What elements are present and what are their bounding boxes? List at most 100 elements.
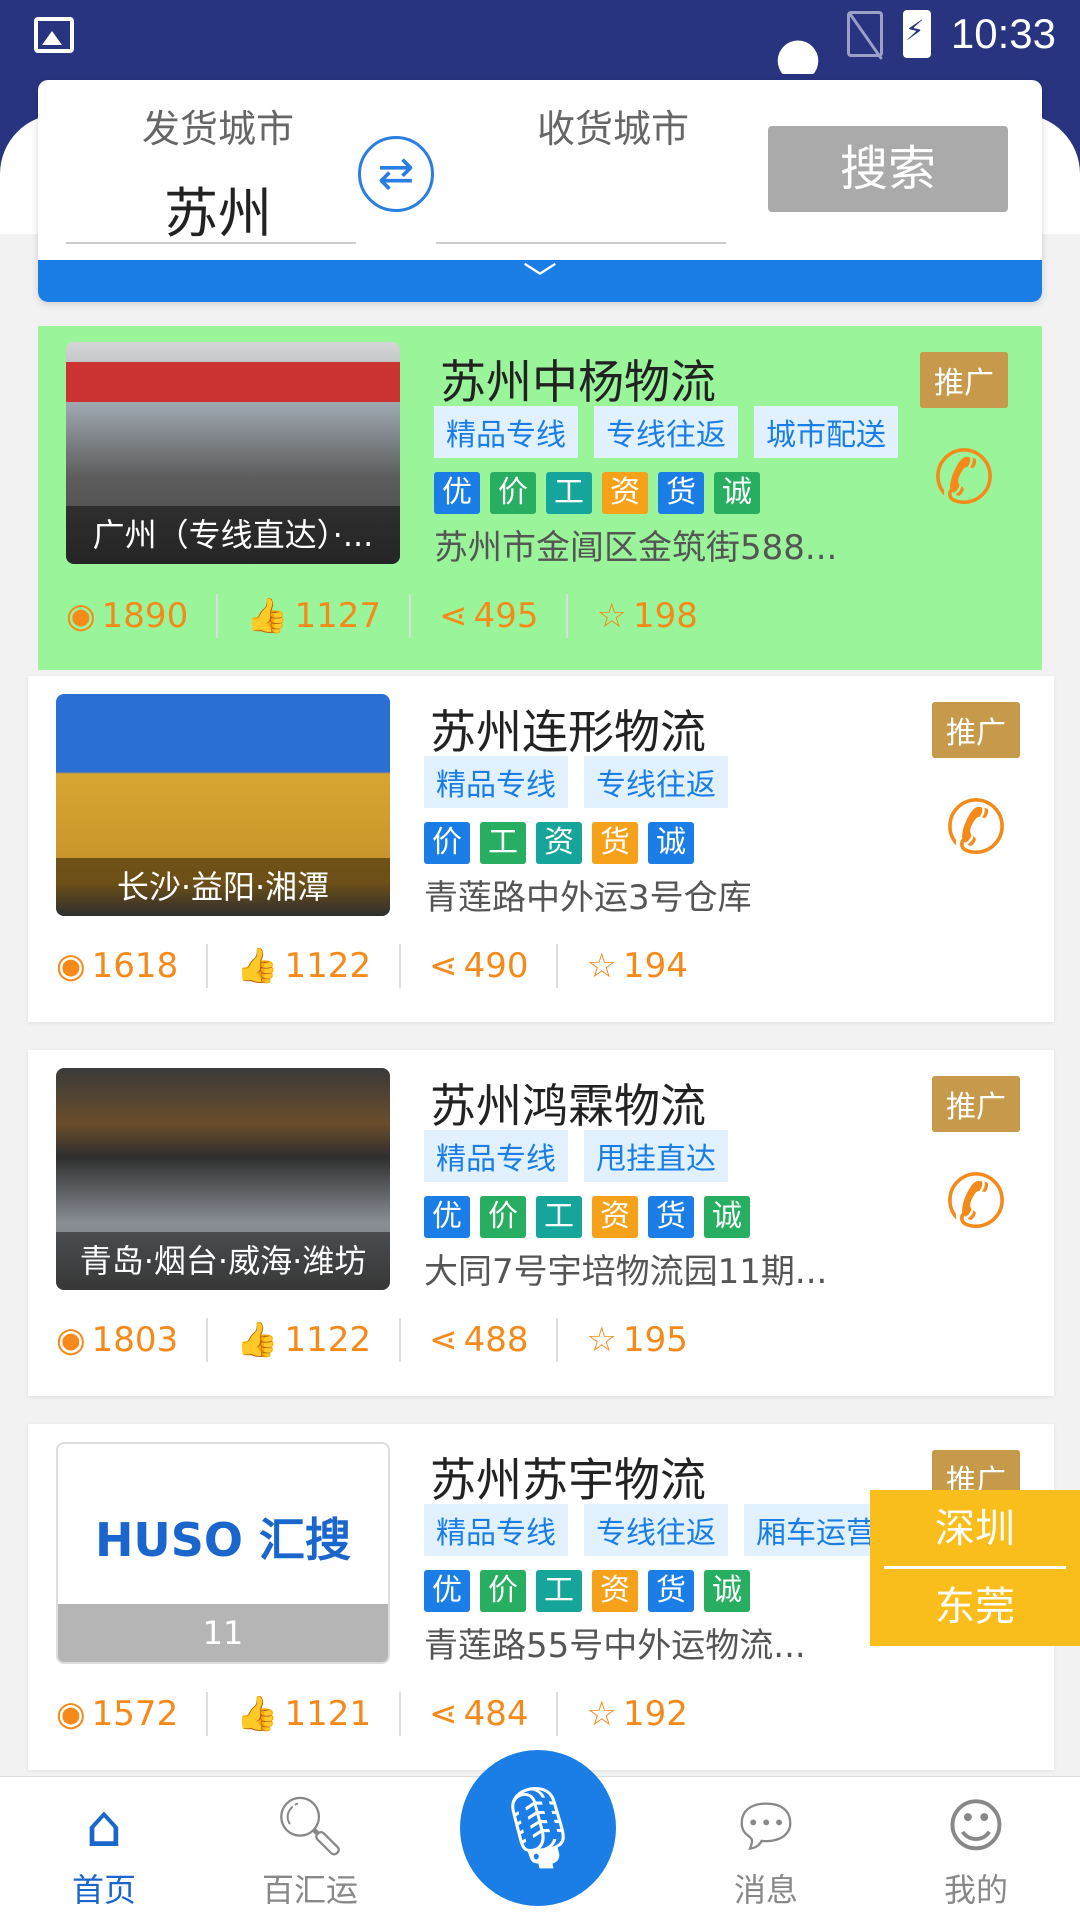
quality-badge: 优 bbox=[434, 472, 480, 514]
search-card: 发货城市 苏州 ⇄ 收货城市 搜索 ﹀ bbox=[38, 80, 1042, 302]
route-tag: 精品专线 bbox=[424, 1504, 568, 1556]
like-count: 1121 bbox=[284, 1694, 372, 1734]
home-icon: ⌂ bbox=[85, 1792, 123, 1860]
share-icon[interactable]: ⋖ bbox=[439, 596, 468, 636]
like-count: 1122 bbox=[284, 1320, 372, 1360]
quality-badge: 价 bbox=[480, 1196, 526, 1238]
eye-icon: ◉ bbox=[56, 1320, 86, 1360]
promo-badge: 推广 bbox=[932, 1076, 1020, 1132]
view-count: 1890 bbox=[101, 596, 189, 636]
thumbs-up-icon[interactable]: 👍 bbox=[236, 1320, 278, 1360]
route-tag: 精品专线 bbox=[424, 1130, 568, 1182]
swap-cities-button[interactable]: ⇄ bbox=[358, 136, 434, 212]
quality-badge: 货 bbox=[592, 822, 638, 864]
listing-photo: 长沙·益阳·湘潭 bbox=[56, 694, 390, 916]
phone-call-icon[interactable]: ✆ bbox=[934, 786, 1018, 870]
quality-badge: 货 bbox=[648, 1570, 694, 1612]
listing-photo-caption: 青岛·烟台·威海·潍坊 bbox=[56, 1232, 390, 1290]
float-city-to[interactable]: 东莞 bbox=[870, 1568, 1080, 1646]
tab-messages[interactable]: 💬︎ 消息 bbox=[696, 1787, 836, 1911]
search-button[interactable]: 搜索 bbox=[768, 126, 1008, 212]
star-icon[interactable]: ☆ bbox=[596, 596, 626, 636]
like-count: 1122 bbox=[284, 946, 372, 986]
from-city-field[interactable]: 发货城市 苏州 bbox=[98, 98, 338, 245]
listing-photo-caption: 11 bbox=[58, 1604, 388, 1662]
quality-badge: 资 bbox=[602, 472, 648, 514]
list-item[interactable]: 青岛·烟台·威海·潍坊 苏州鸿霖物流 精品专线 甩挂直达 优 价 工 资 货 诚… bbox=[28, 1050, 1054, 1396]
quality-badge: 诚 bbox=[704, 1196, 750, 1238]
listing-photo: HUSO 汇搜 11 bbox=[56, 1442, 390, 1664]
voice-search-button[interactable]: 🎙︎ bbox=[460, 1750, 616, 1906]
share-count: 484 bbox=[463, 1694, 529, 1734]
to-city-field[interactable]: 收货城市 bbox=[468, 98, 758, 239]
to-city-value bbox=[468, 169, 758, 239]
favorite-count: 192 bbox=[622, 1694, 688, 1734]
tab-home-label: 首页 bbox=[71, 1871, 136, 1909]
thumbs-up-icon[interactable]: 👍 bbox=[236, 1694, 278, 1734]
favorite-count: 194 bbox=[622, 946, 688, 986]
from-city-underline bbox=[66, 242, 356, 244]
tab-home[interactable]: ⌂ 首页 bbox=[34, 1787, 174, 1911]
tab-messages-label: 消息 bbox=[733, 1871, 798, 1909]
to-city-label: 收货城市 bbox=[536, 107, 689, 151]
quality-badge: 优 bbox=[424, 1196, 470, 1238]
quality-badge: 货 bbox=[648, 1196, 694, 1238]
view-count: 1572 bbox=[91, 1694, 179, 1734]
listing-photo-caption: 广州（专线直达）·... bbox=[66, 506, 400, 564]
eye-icon: ◉ bbox=[56, 1694, 86, 1734]
list-item[interactable]: 广州（专线直达）·... 苏州中杨物流 精品专线 专线往返 城市配送 优 价 工… bbox=[38, 326, 1042, 670]
share-icon[interactable]: ⋖ bbox=[429, 1320, 458, 1360]
listing-address: 苏州市金阊区金筑街588... bbox=[434, 528, 838, 568]
listing-name: 苏州连形物流 bbox=[430, 705, 706, 759]
quality-badge: 工 bbox=[480, 822, 526, 864]
profile-icon: ☺ bbox=[945, 1792, 1007, 1860]
eye-icon: ◉ bbox=[56, 946, 86, 986]
route-tag: 城市配送 bbox=[754, 406, 898, 458]
from-city-label: 发货城市 bbox=[141, 107, 294, 151]
listing-photo: 广州（专线直达）·... bbox=[66, 342, 400, 564]
listing-address: 青莲路中外运3号仓库 bbox=[424, 878, 752, 918]
quality-badge: 价 bbox=[480, 1570, 526, 1612]
star-icon[interactable]: ☆ bbox=[586, 1694, 616, 1734]
route-tag: 专线往返 bbox=[584, 1504, 728, 1556]
tab-baihuiyun[interactable]: 🔍︎ 百汇运 bbox=[240, 1787, 380, 1911]
quality-badge: 诚 bbox=[704, 1570, 750, 1612]
share-icon[interactable]: ⋖ bbox=[429, 946, 458, 986]
quality-badge: 诚 bbox=[714, 472, 760, 514]
quality-badge: 诚 bbox=[648, 822, 694, 864]
share-count: 488 bbox=[463, 1320, 529, 1360]
quality-badge: 价 bbox=[490, 472, 536, 514]
view-count: 1803 bbox=[91, 1320, 179, 1360]
view-count: 1618 bbox=[91, 946, 179, 986]
status-time: 10:33 bbox=[950, 10, 1056, 57]
quality-badge: 资 bbox=[592, 1570, 638, 1612]
float-city-from[interactable]: 深圳 bbox=[870, 1490, 1080, 1568]
promo-badge: 推广 bbox=[932, 702, 1020, 758]
quality-badge: 优 bbox=[424, 1570, 470, 1612]
route-tag: 厢车运营 bbox=[744, 1504, 888, 1556]
star-icon[interactable]: ☆ bbox=[586, 1320, 616, 1360]
share-icon[interactable]: ⋖ bbox=[429, 1694, 458, 1734]
quality-badge: 资 bbox=[592, 1196, 638, 1238]
battery-charging-icon bbox=[902, 10, 931, 58]
float-city-divider bbox=[884, 1566, 1066, 1569]
favorite-count: 195 bbox=[622, 1320, 688, 1360]
quality-badge: 工 bbox=[536, 1196, 582, 1238]
listing-name: 苏州中杨物流 bbox=[440, 355, 716, 409]
thumbs-up-icon[interactable]: 👍 bbox=[246, 596, 288, 636]
phone-call-icon[interactable]: ✆ bbox=[922, 436, 1006, 520]
floating-city-switcher[interactable]: 深圳 东莞 bbox=[870, 1490, 1080, 1646]
star-icon[interactable]: ☆ bbox=[586, 946, 616, 986]
tab-profile[interactable]: ☺ 我的 bbox=[906, 1787, 1046, 1911]
listing-name: 苏州鸿霖物流 bbox=[430, 1079, 706, 1133]
wifi-icon bbox=[769, 12, 827, 56]
message-icon: 💬︎ bbox=[729, 1792, 803, 1860]
route-tag: 专线往返 bbox=[584, 756, 728, 808]
expand-filters-button[interactable]: ﹀ bbox=[38, 260, 1042, 302]
thumbs-up-icon[interactable]: 👍 bbox=[236, 946, 278, 986]
gallery-icon bbox=[34, 17, 74, 53]
quality-badge: 货 bbox=[658, 472, 704, 514]
listing-photo: 青岛·烟台·威海·潍坊 bbox=[56, 1068, 390, 1290]
list-item[interactable]: 长沙·益阳·湘潭 苏州连形物流 精品专线 专线往返 价 工 资 货 诚 青莲路中… bbox=[28, 676, 1054, 1022]
phone-call-icon[interactable]: ✆ bbox=[934, 1160, 1018, 1244]
